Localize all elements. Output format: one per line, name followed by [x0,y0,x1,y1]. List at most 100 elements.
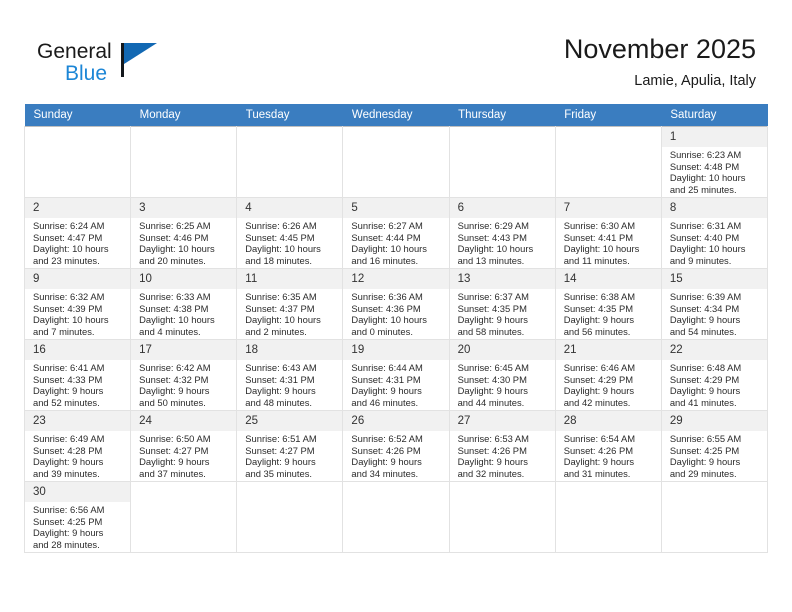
calendar-day-cell[interactable]: 21 Sunrise: 6:46 AM Sunset: 4:29 PM Dayligh… [554,339,662,411]
day-info: Sunrise: 6:33 AM Sunset: 4:38 PM Daylight:… [131,289,236,337]
day-number: 8 [661,198,767,218]
day-info: Sunrise: 6:54 AM Sunset: 4:26 PM Daylight:… [556,431,661,479]
sunrise-text: Sunrise: 6:50 AM [139,433,211,444]
sunrise-text: Sunrise: 6:53 AM [457,433,529,444]
sunset-text: Sunset: 4:45 PM [245,231,315,243]
calendar-day-cell[interactable]: 8 Sunrise: 6:31 AM Sunset: 4:40 PM Daylight… [660,197,769,269]
calendar-day-cell[interactable]: 9 Sunrise: 6:32 AM Sunset: 4:39 PM Daylight… [23,268,132,340]
sunrise-text: Sunrise: 6:27 AM [351,220,423,231]
daylight-text-line2: and 32 minutes. [457,467,525,479]
daylight-text-line2: and 28 minutes. [33,538,100,550]
weekday-header-row: Sunday Monday Tuesday Wednesday Thursday… [24,104,768,127]
day-info: Sunrise: 6:44 AM Sunset: 4:31 PM Daylight:… [343,360,448,408]
day-info: Sunrise: 6:27 AM Sunset: 4:44 PM Daylight:… [343,218,448,266]
day-number: 12 [343,269,449,289]
daylight-text-line1: Daylight: 9 hours [33,456,104,468]
general-blue-logo[interactable]: General Blue [37,40,217,90]
calendar-day-cell[interactable]: 26 Sunrise: 6:52 AM Sunset: 4:26 PM Dayligh… [342,410,450,482]
calendar-day-cell[interactable]: 10 Sunrise: 6:33 AM Sunset: 4:38 PM Dayligh… [130,268,238,340]
calendar-day-cell[interactable]: 5 Sunrise: 6:27 AM Sunset: 4:44 PM Daylight… [342,197,450,269]
logo-text-general: General [37,40,112,63]
sunset-text: Sunset: 4:28 PM [33,444,103,456]
day-number: 17 [131,340,237,360]
calendar-day-cell[interactable]: 23 Sunrise: 6:49 AM Sunset: 4:28 PM Dayligh… [23,410,132,482]
sunset-text: Sunset: 4:25 PM [669,444,740,456]
day-info: Sunrise: 6:46 AM Sunset: 4:29 PM Daylight:… [556,360,661,408]
calendar-day-cell[interactable]: 3 Sunrise: 6:25 AM Sunset: 4:46 PM Daylight… [130,197,238,269]
calendar-day-cell[interactable]: 15 Sunrise: 6:39 AM Sunset: 4:34 PM Dayligh… [660,268,769,340]
day-info: Sunrise: 6:51 AM Sunset: 4:27 PM Daylight:… [237,431,342,479]
day-info: Sunrise: 6:26 AM Sunset: 4:45 PM Daylight:… [237,218,342,266]
calendar-day-cell[interactable]: 17 Sunrise: 6:42 AM Sunset: 4:32 PM Dayligh… [130,339,238,411]
day-info: Sunrise: 6:23 AM Sunset: 4:48 PM Daylight:… [662,147,767,195]
sunrise-text: Sunrise: 6:54 AM [563,433,636,444]
calendar-day-cell[interactable]: 28 Sunrise: 6:54 AM Sunset: 4:26 PM Dayligh… [554,410,662,482]
day-number: 21 [555,340,661,360]
sunrise-text: Sunrise: 6:51 AM [245,433,317,444]
daylight-text-line2: and 58 minutes. [457,325,525,337]
sunset-text: Sunset: 4:30 PM [457,373,527,385]
calendar-cell-empty [130,126,238,198]
sunrise-text: Sunrise: 6:25 AM [139,220,211,231]
day-number: 10 [131,269,237,289]
daylight-text-line2: and 29 minutes. [669,467,737,479]
weekday-header-saturday: Saturday [661,104,768,127]
calendar-day-cell[interactable]: 14 Sunrise: 6:38 AM Sunset: 4:35 PM Dayligh… [554,268,662,340]
day-number: 13 [449,269,555,289]
calendar-day-cell[interactable]: 12 Sunrise: 6:36 AM Sunset: 4:36 PM Dayligh… [342,268,450,340]
calendar-day-cell[interactable]: 27 Sunrise: 6:53 AM Sunset: 4:26 PM Dayligh… [448,410,556,482]
day-number: 14 [555,269,661,289]
sunset-text: Sunset: 4:29 PM [669,373,740,385]
day-number: 18 [237,340,343,360]
calendar-day-cell[interactable]: 2 Sunrise: 6:24 AM Sunset: 4:47 PM Daylight… [23,197,132,269]
calendar-day-cell[interactable]: 30 Sunrise: 6:56 AM Sunset: 4:25 PM Dayligh… [23,481,132,553]
calendar-day-cell[interactable]: 19 Sunrise: 6:44 AM Sunset: 4:31 PM Dayligh… [342,339,450,411]
daylight-text-line1: Daylight: 9 hours [33,385,104,397]
daylight-text-line1: Daylight: 9 hours [669,385,741,397]
day-info: Sunrise: 6:52 AM Sunset: 4:26 PM Daylight:… [343,431,448,479]
day-info: Sunrise: 6:48 AM Sunset: 4:29 PM Daylight:… [662,360,767,408]
weekday-header-wednesday: Wednesday [342,104,450,127]
sunrise-text: Sunrise: 6:56 AM [33,504,105,515]
sunset-text: Sunset: 4:35 PM [563,302,634,314]
daylight-text-line1: Daylight: 9 hours [139,456,210,468]
calendar-body: 1 Sunrise: 6:23 AM Sunset: 4:48 PM Daylight… [23,126,769,553]
calendar-day-cell[interactable]: 29 Sunrise: 6:55 AM Sunset: 4:25 PM Dayligh… [660,410,769,482]
sunset-text: Sunset: 4:34 PM [669,302,740,314]
calendar-day-cell[interactable]: 7 Sunrise: 6:30 AM Sunset: 4:41 PM Daylight… [554,197,662,269]
day-info: Sunrise: 6:37 AM Sunset: 4:35 PM Daylight:… [450,289,555,337]
logo-text-blue: Blue [65,62,108,85]
calendar-day-cell[interactable]: 11 Sunrise: 6:35 AM Sunset: 4:37 PM Dayligh… [236,268,344,340]
sunset-text: Sunset: 4:41 PM [563,231,634,243]
sunset-text: Sunset: 4:39 PM [33,302,103,314]
sunset-text: Sunset: 4:26 PM [351,444,421,456]
day-info: Sunrise: 6:29 AM Sunset: 4:43 PM Daylight:… [450,218,555,266]
day-info: Sunrise: 6:38 AM Sunset: 4:35 PM Daylight:… [556,289,661,337]
day-number: 6 [449,198,555,218]
daylight-text-line2: and 44 minutes. [457,396,525,408]
calendar-day-cell[interactable]: 13 Sunrise: 6:37 AM Sunset: 4:35 PM Dayligh… [448,268,556,340]
logo-top-row: General [37,40,217,77]
calendar-day-cell[interactable]: 16 Sunrise: 6:41 AM Sunset: 4:33 PM Dayligh… [23,339,132,411]
calendar-day-cell[interactable]: 22 Sunrise: 6:48 AM Sunset: 4:29 PM Dayligh… [660,339,769,411]
calendar-day-cell[interactable]: 20 Sunrise: 6:45 AM Sunset: 4:30 PM Dayligh… [448,339,556,411]
calendar-day-cell[interactable]: 4 Sunrise: 6:26 AM Sunset: 4:45 PM Daylight… [236,197,344,269]
sunset-text: Sunset: 4:27 PM [139,444,209,456]
day-info: Sunrise: 6:50 AM Sunset: 4:27 PM Daylight:… [131,431,236,479]
calendar-day-cell[interactable]: 24 Sunrise: 6:50 AM Sunset: 4:27 PM Dayligh… [130,410,238,482]
calendar-day-cell[interactable]: 1 Sunrise: 6:23 AM Sunset: 4:48 PM Daylight… [660,126,769,198]
calendar-day-cell[interactable]: 18 Sunrise: 6:43 AM Sunset: 4:31 PM Dayligh… [236,339,344,411]
sunrise-text: Sunrise: 6:49 AM [33,433,105,444]
sunset-text: Sunset: 4:29 PM [563,373,634,385]
daylight-text-line1: Daylight: 9 hours [139,385,210,397]
daylight-text-line1: Daylight: 10 hours [669,172,746,184]
sunrise-text: Sunrise: 6:52 AM [351,433,423,444]
sunrise-text: Sunrise: 6:33 AM [139,291,211,302]
weekday-header-friday: Friday [555,104,662,127]
calendar-day-cell[interactable]: 6 Sunrise: 6:29 AM Sunset: 4:43 PM Daylight… [448,197,556,269]
sunset-text: Sunset: 4:25 PM [33,515,103,527]
calendar-day-cell[interactable]: 25 Sunrise: 6:51 AM Sunset: 4:27 PM Dayligh… [236,410,344,482]
sunrise-text: Sunrise: 6:32 AM [33,291,105,302]
day-info: Sunrise: 6:43 AM Sunset: 4:31 PM Daylight:… [237,360,342,408]
day-number: 3 [131,198,237,218]
